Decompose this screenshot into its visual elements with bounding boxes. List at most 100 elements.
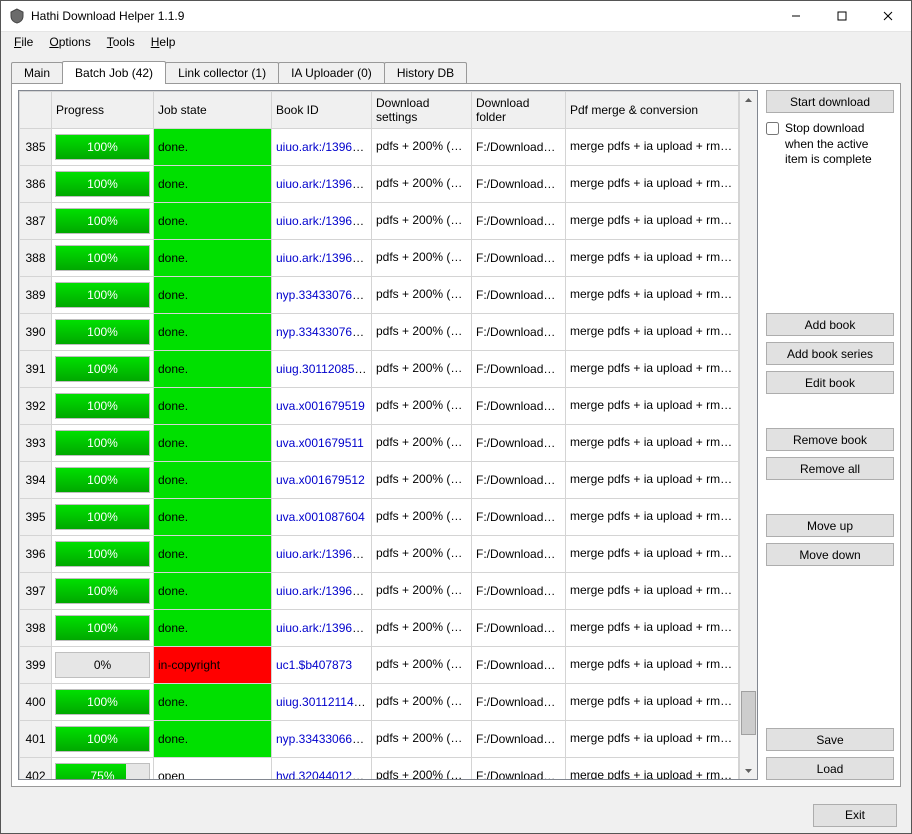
book-id-link[interactable]: uiuo.ark:/13960/t... — [276, 584, 372, 598]
book-id-link[interactable]: uc1.$b407873 — [276, 658, 352, 672]
book-id-link[interactable]: uva.x001087604 — [276, 510, 365, 524]
row-index[interactable]: 385 — [20, 129, 52, 166]
book-id-cell[interactable]: uiug.3011211488... — [272, 684, 372, 721]
table-row[interactable]: 3990%in-copyrightuc1.$b407873pdfs + 200%… — [20, 647, 739, 684]
scroll-thumb[interactable] — [741, 691, 756, 735]
book-id-cell[interactable]: uiuo.ark:/13960/t... — [272, 166, 372, 203]
table-row[interactable]: 387100%done.uiuo.ark:/13960/t...pdfs + 2… — [20, 203, 739, 240]
row-index[interactable]: 401 — [20, 721, 52, 758]
exit-button[interactable]: Exit — [813, 804, 897, 827]
book-id-cell[interactable]: nyp.3343306657... — [272, 721, 372, 758]
table-row[interactable]: 391100%done.uiug.30112085 2...pdfs + 200… — [20, 351, 739, 388]
book-id-cell[interactable]: uiuo.ark:/13960/t... — [272, 536, 372, 573]
row-index[interactable]: 390 — [20, 314, 52, 351]
col-pdf-merge[interactable]: Pdf merge & conversion — [566, 92, 739, 129]
table-row[interactable]: 400100%done.uiug.3011211488...pdfs + 200… — [20, 684, 739, 721]
col-download-settings[interactable]: Download settings — [372, 92, 472, 129]
row-index[interactable]: 389 — [20, 277, 52, 314]
save-button[interactable]: Save — [766, 728, 894, 751]
close-button[interactable] — [865, 1, 911, 31]
row-index[interactable]: 402 — [20, 758, 52, 780]
book-id-link[interactable]: nyp.3343307601... — [276, 325, 372, 339]
book-id-cell[interactable]: uiuo.ark:/13960/t... — [272, 240, 372, 277]
book-id-cell[interactable]: uiuo.ark:/13960/t... — [272, 573, 372, 610]
book-id-link[interactable]: uiug.30112085 2... — [276, 362, 372, 376]
table-row[interactable]: 385100%done.uiuo.ark:/13960/t...pdfs + 2… — [20, 129, 739, 166]
book-id-cell[interactable]: uc1.$b407873 — [272, 647, 372, 684]
load-button[interactable]: Load — [766, 757, 894, 780]
row-index[interactable]: 399 — [20, 647, 52, 684]
table-row[interactable]: 388100%done.uiuo.ark:/13960/t...pdfs + 2… — [20, 240, 739, 277]
row-index[interactable]: 394 — [20, 462, 52, 499]
book-id-cell[interactable]: uiuo.ark:/13960/t... — [272, 129, 372, 166]
tab-ia-uploader[interactable]: IA Uploader (0) — [278, 62, 385, 83]
col-index[interactable] — [20, 92, 52, 129]
row-index[interactable]: 397 — [20, 573, 52, 610]
maximize-button[interactable] — [819, 1, 865, 31]
col-download-folder[interactable]: Download folder — [472, 92, 566, 129]
book-id-cell[interactable]: uva.x001679512 — [272, 462, 372, 499]
menu-file[interactable]: File — [7, 34, 40, 50]
row-index[interactable]: 400 — [20, 684, 52, 721]
book-id-link[interactable]: uiuo.ark:/13960/t... — [276, 177, 372, 191]
book-id-cell[interactable]: nyp.3343307601... — [272, 314, 372, 351]
stop-when-complete-checkbox[interactable]: Stop download when the active item is co… — [766, 119, 894, 168]
add-book-button[interactable]: Add book — [766, 313, 894, 336]
move-down-button[interactable]: Move down — [766, 543, 894, 566]
book-id-link[interactable]: uiuo.ark:/13960/t... — [276, 547, 372, 561]
scroll-down-icon[interactable] — [740, 762, 757, 779]
move-up-button[interactable]: Move up — [766, 514, 894, 537]
book-id-cell[interactable]: uva.x001679519 — [272, 388, 372, 425]
book-id-cell[interactable]: uiug.30112085 2... — [272, 351, 372, 388]
row-index[interactable]: 392 — [20, 388, 52, 425]
book-id-link[interactable]: nyp.3343307601... — [276, 288, 372, 302]
table-row[interactable]: 398100%done.uiuo.ark:/13960/t...pdfs + 2… — [20, 610, 739, 647]
row-index[interactable]: 396 — [20, 536, 52, 573]
book-id-cell[interactable]: nyp.3343307601... — [272, 277, 372, 314]
book-id-cell[interactable]: hvd.3204401263... — [272, 758, 372, 780]
book-id-cell[interactable]: uva.x001087604 — [272, 499, 372, 536]
book-id-cell[interactable]: uiuo.ark:/13960/t... — [272, 203, 372, 240]
table-row[interactable]: 386100%done.uiuo.ark:/13960/t...pdfs + 2… — [20, 166, 739, 203]
scroll-up-icon[interactable] — [740, 91, 757, 108]
tab-batch-job[interactable]: Batch Job (42) — [62, 61, 166, 84]
book-id-link[interactable]: uiuo.ark:/13960/t... — [276, 140, 372, 154]
row-index[interactable]: 398 — [20, 610, 52, 647]
stop-when-complete-input[interactable] — [766, 122, 779, 135]
table-row[interactable]: 397100%done.uiuo.ark:/13960/t...pdfs + 2… — [20, 573, 739, 610]
menu-tools[interactable]: Tools — [100, 34, 142, 50]
col-job-state[interactable]: Job state — [154, 92, 272, 129]
add-book-series-button[interactable]: Add book series — [766, 342, 894, 365]
row-index[interactable]: 393 — [20, 425, 52, 462]
tab-main[interactable]: Main — [11, 62, 63, 83]
book-id-link[interactable]: uiuo.ark:/13960/t... — [276, 214, 372, 228]
book-id-link[interactable]: uiug.3011211488... — [276, 695, 372, 709]
book-id-link[interactable]: uiuo.ark:/13960/t... — [276, 251, 372, 265]
book-id-link[interactable]: nyp.3343306657... — [276, 732, 372, 746]
row-index[interactable]: 388 — [20, 240, 52, 277]
row-index[interactable]: 395 — [20, 499, 52, 536]
table-row[interactable]: 394100%done.uva.x001679512pdfs + 200% (1… — [20, 462, 739, 499]
col-progress[interactable]: Progress — [52, 92, 154, 129]
table-row[interactable]: 396100%done.uiuo.ark:/13960/t...pdfs + 2… — [20, 536, 739, 573]
remove-all-button[interactable]: Remove all — [766, 457, 894, 480]
book-id-link[interactable]: uva.x001679511 — [276, 436, 364, 450]
book-id-link[interactable]: uva.x001679512 — [276, 473, 365, 487]
start-download-button[interactable]: Start download — [766, 90, 894, 113]
table-row[interactable]: 395100%done.uva.x001087604pdfs + 200% (1… — [20, 499, 739, 536]
table-row[interactable]: 40275%openhvd.3204401263...pdfs + 200% (… — [20, 758, 739, 780]
row-index[interactable]: 387 — [20, 203, 52, 240]
col-book-id[interactable]: Book ID — [272, 92, 372, 129]
remove-book-button[interactable]: Remove book — [766, 428, 894, 451]
row-index[interactable]: 386 — [20, 166, 52, 203]
table-row[interactable]: 392100%done.uva.x001679519pdfs + 200% (1… — [20, 388, 739, 425]
vertical-scrollbar[interactable] — [739, 91, 757, 779]
tab-history-db[interactable]: History DB — [384, 62, 467, 83]
book-id-cell[interactable]: uiuo.ark:/13960/t... — [272, 610, 372, 647]
row-index[interactable]: 391 — [20, 351, 52, 388]
menu-options[interactable]: Options — [42, 34, 97, 50]
menu-help[interactable]: Help — [144, 34, 183, 50]
book-id-cell[interactable]: uva.x001679511 — [272, 425, 372, 462]
table-row[interactable]: 401100%done.nyp.3343306657...pdfs + 200%… — [20, 721, 739, 758]
tab-link-collector[interactable]: Link collector (1) — [165, 62, 279, 83]
